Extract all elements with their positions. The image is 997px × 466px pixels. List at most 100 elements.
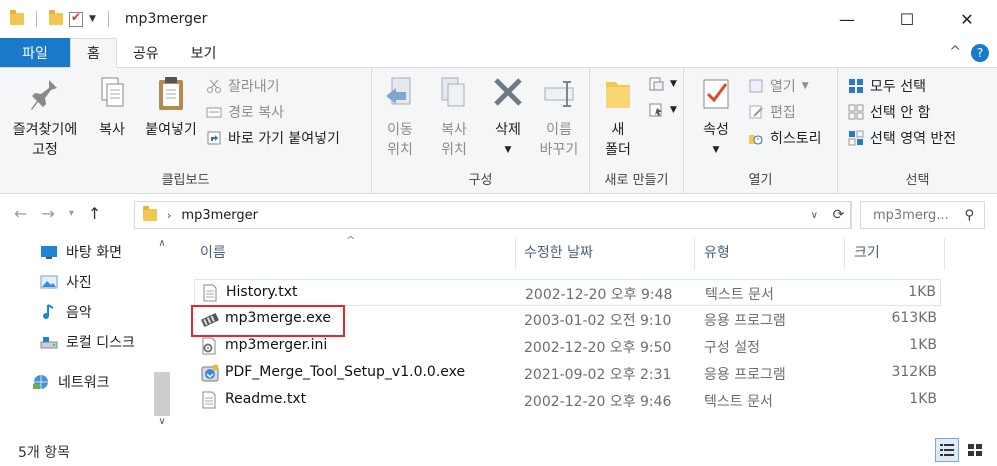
collapse-ribbon-icon[interactable]: ^ xyxy=(949,44,961,62)
delete-x-icon xyxy=(490,74,526,114)
select-all-button[interactable]: 모두 선택 xyxy=(848,76,926,96)
column-divider[interactable] xyxy=(944,238,945,270)
new-folder-button[interactable]: 새 폴더 xyxy=(596,74,640,160)
column-header-date[interactable]: 수정한 날짜 xyxy=(524,232,593,272)
move-to-button[interactable]: 이동 위치 xyxy=(376,74,424,160)
properties-button[interactable]: 속성 ▼ xyxy=(694,74,738,160)
invert-selection-button[interactable]: 선택 영역 반전 xyxy=(848,128,956,148)
file-name: mp3merge.exe xyxy=(225,310,331,326)
scroll-up-icon[interactable]: ∧ xyxy=(152,238,172,256)
easy-access-dropdown-icon: ▼ xyxy=(670,105,677,115)
breadcrumb-chevron-icon[interactable]: › xyxy=(167,209,171,222)
file-row-mp3merger-ini[interactable]: mp3merger.ini 2002-12-20 오후 9:50 구성 설정 1… xyxy=(194,333,941,360)
details-view-button[interactable] xyxy=(935,438,959,462)
address-dropdown-icon[interactable]: ∨ xyxy=(811,210,818,221)
minimize-button[interactable]: — xyxy=(817,0,877,38)
file-row-history[interactable]: History.txt 2002-12-20 오후 9:48 텍스트 문서 1K… xyxy=(194,279,941,306)
tab-share[interactable]: 공유 xyxy=(117,38,175,67)
close-button[interactable]: ✕ xyxy=(937,0,997,38)
history-button[interactable]: 히스토리 xyxy=(748,128,822,148)
scroll-down-icon[interactable]: ∨ xyxy=(152,416,172,434)
maximize-button[interactable]: ☐ xyxy=(877,0,937,38)
new-item-dropdown-icon: ▼ xyxy=(670,79,677,89)
column-header-size[interactable]: 크기 xyxy=(854,232,880,272)
breadcrumb-path[interactable]: mp3merger xyxy=(181,208,258,223)
column-divider[interactable] xyxy=(515,238,516,270)
file-row-readme[interactable]: Readme.txt 2002-12-20 오후 9:46 텍스트 문서 1KB xyxy=(194,387,941,414)
nav-item-network[interactable]: 네트워크 xyxy=(32,372,110,392)
nav-item-desktop[interactable]: 바탕 화면 xyxy=(40,242,122,262)
nav-item-local-disk[interactable]: 로컬 디스크 xyxy=(40,332,135,352)
forward-arrow-icon[interactable]: → xyxy=(41,204,54,223)
properties-quick-icon[interactable] xyxy=(69,10,83,27)
cut-button[interactable]: 잘라내기 xyxy=(206,76,280,96)
back-arrow-icon[interactable]: ← xyxy=(14,204,27,223)
file-row-pdf-merge-setup[interactable]: PDF_Merge_Tool_Setup_v1.0.0.exe 2021-09-… xyxy=(194,360,941,387)
history-label: 히스토리 xyxy=(770,131,822,147)
select-all-icon xyxy=(848,78,864,94)
desktop-icon xyxy=(40,244,58,260)
column-divider[interactable] xyxy=(844,238,845,270)
column-divider[interactable] xyxy=(694,238,695,270)
file-type: 구성 설정 xyxy=(704,340,760,356)
select-group-label: 선택 xyxy=(905,173,930,188)
tab-view[interactable]: 보기 xyxy=(175,38,233,67)
move-to-icon xyxy=(382,74,418,114)
search-icon[interactable]: ⚲ xyxy=(964,208,974,223)
pin-icon xyxy=(27,74,63,114)
properties-label: 속성 xyxy=(703,122,729,138)
address-bar[interactable]: › mp3merger ∨ xyxy=(134,201,851,229)
copy-path-button[interactable]: 경로 복사 xyxy=(206,102,284,122)
organize-group-label: 구성 xyxy=(468,173,493,188)
copy-icon xyxy=(94,74,130,114)
installer-icon xyxy=(201,364,219,382)
paste-button[interactable]: 붙여넣기 xyxy=(138,74,204,140)
up-arrow-icon[interactable]: ↑ xyxy=(88,204,101,223)
properties-dropdown-icon[interactable]: ▼ xyxy=(713,140,720,160)
scissors-icon xyxy=(206,78,222,94)
easy-access-button[interactable]: ▼ xyxy=(648,102,677,118)
select-none-button[interactable]: 선택 안 함 xyxy=(848,102,930,122)
sort-ascending-icon: ^ xyxy=(346,234,356,247)
folder-icon xyxy=(10,10,24,25)
refresh-icon[interactable]: ⟳ xyxy=(826,201,852,229)
path-icon xyxy=(206,104,222,120)
select-group: 모두 선택 선택 안 함 선택 영역 반전 선택 xyxy=(838,68,997,194)
column-header-type[interactable]: 유형 xyxy=(704,232,730,272)
text-file-icon xyxy=(201,391,217,409)
open-label: 열기 xyxy=(770,79,796,95)
new-folder-quick-icon[interactable] xyxy=(49,10,63,25)
delete-button[interactable]: 삭제 ▼ xyxy=(484,74,532,160)
clipboard-group-label: 클립보드 xyxy=(161,173,210,188)
nav-item-label: 네트워크 xyxy=(58,375,110,391)
copy-button[interactable]: 복사 xyxy=(88,74,136,140)
nav-pane-scrollbar[interactable]: ∧ ∨ xyxy=(152,236,172,436)
large-icons-view-button[interactable] xyxy=(963,438,987,462)
tab-home[interactable]: 홈 xyxy=(70,38,117,68)
new-item-button[interactable]: ▼ xyxy=(648,76,677,92)
text-file-icon xyxy=(202,284,218,302)
search-input[interactable]: mp3merg... ⚲ xyxy=(860,201,985,229)
recent-locations-icon[interactable]: ▾ xyxy=(69,208,74,223)
file-row-mp3merge-exe[interactable]: mp3merge.exe 2003-01-02 오전 9:10 응용 프로그램 … xyxy=(194,306,941,333)
column-header-name[interactable]: 이름 xyxy=(200,232,226,272)
paste-shortcut-button[interactable]: 바로 가기 붙여넣기 xyxy=(206,128,340,148)
rename-button[interactable]: 이름 바꾸기 xyxy=(534,74,584,160)
scroll-thumb[interactable] xyxy=(154,372,170,416)
easy-access-icon xyxy=(648,102,664,118)
nav-item-music[interactable]: 음악 xyxy=(40,302,92,322)
file-size: 613KB xyxy=(891,310,937,326)
edit-button[interactable]: 편집 xyxy=(748,102,796,122)
tab-file[interactable]: 파일 xyxy=(0,38,70,67)
network-icon xyxy=(32,374,50,390)
delete-dropdown-icon[interactable]: ▼ xyxy=(505,140,512,160)
open-button[interactable]: 열기 ▼ xyxy=(748,76,809,96)
customize-quick-access-icon[interactable]: ▼ xyxy=(89,14,96,24)
copy-to-button[interactable]: 복사 위치 xyxy=(430,74,478,160)
file-type: 텍스트 문서 xyxy=(704,394,773,410)
pin-to-quick-access-button[interactable]: 즐겨찾기에 고정 xyxy=(6,74,84,160)
nav-item-pictures[interactable]: 사진 xyxy=(40,272,92,292)
file-date: 2002-12-20 오후 9:50 xyxy=(524,340,672,356)
help-icon[interactable]: ? xyxy=(971,44,989,62)
paste-shortcut-label: 바로 가기 붙여넣기 xyxy=(228,131,340,147)
